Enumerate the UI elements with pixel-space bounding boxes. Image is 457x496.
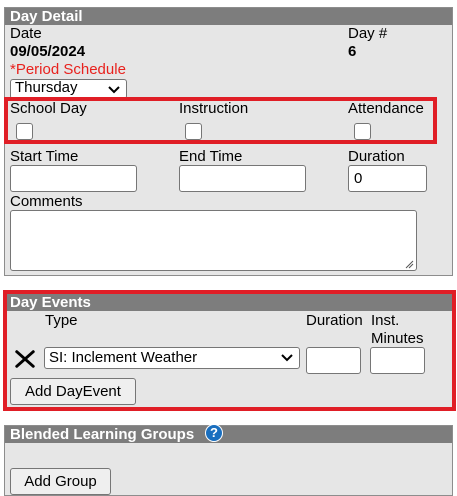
help-icon-glyph: ? bbox=[210, 425, 218, 440]
resize-handle-icon[interactable] bbox=[404, 259, 414, 269]
blended-learning-header: Blended Learning Groups bbox=[5, 426, 452, 443]
event-duration-input[interactable] bbox=[306, 347, 361, 374]
duration-label: Duration bbox=[348, 148, 405, 165]
event-inst-minutes-input[interactable] bbox=[370, 347, 425, 374]
chevron-down-icon bbox=[108, 86, 120, 94]
day-detail-header: Day Detail bbox=[5, 8, 452, 25]
end-time-label: End Time bbox=[179, 148, 243, 165]
event-type-select[interactable]: SI: Inclement Weather bbox=[44, 347, 300, 369]
start-time-label: Start Time bbox=[10, 148, 79, 165]
event-inst-label: Inst. bbox=[371, 312, 400, 329]
event-minutes-label: Minutes bbox=[371, 330, 424, 347]
add-day-event-button[interactable]: Add DayEvent bbox=[10, 378, 136, 405]
event-duration-label: Duration bbox=[306, 312, 363, 329]
period-schedule-label: *Period Schedule bbox=[10, 61, 126, 78]
blended-learning-title: Blended Learning Groups bbox=[10, 426, 195, 443]
instruction-checkbox[interactable] bbox=[185, 123, 202, 140]
event-type-label: Type bbox=[45, 312, 78, 329]
attendance-label: Attendance bbox=[348, 100, 424, 117]
day-number-value: 6 bbox=[348, 43, 357, 60]
period-schedule-value: Thursday bbox=[15, 79, 78, 96]
duration-input[interactable] bbox=[348, 165, 427, 192]
chevron-down-icon bbox=[281, 354, 293, 362]
comments-label: Comments bbox=[10, 193, 83, 210]
add-group-button[interactable]: Add Group bbox=[10, 468, 111, 495]
period-schedule-select[interactable]: Thursday bbox=[10, 79, 127, 99]
school-day-label: School Day bbox=[10, 100, 87, 117]
start-time-input[interactable] bbox=[10, 165, 137, 192]
help-icon[interactable]: ? bbox=[205, 424, 223, 442]
event-type-value: SI: Inclement Weather bbox=[49, 349, 198, 366]
delete-x-icon[interactable] bbox=[13, 348, 37, 370]
date-value: 09/05/2024 bbox=[10, 43, 86, 60]
date-label: Date bbox=[10, 25, 42, 42]
instruction-label: Instruction bbox=[179, 100, 249, 117]
end-time-input[interactable] bbox=[179, 165, 306, 192]
comments-textarea[interactable] bbox=[10, 210, 417, 271]
day-number-label: Day # bbox=[348, 25, 388, 42]
day-events-header: Day Events bbox=[5, 294, 452, 311]
attendance-checkbox[interactable] bbox=[354, 123, 371, 140]
school-day-checkbox[interactable] bbox=[16, 123, 33, 140]
